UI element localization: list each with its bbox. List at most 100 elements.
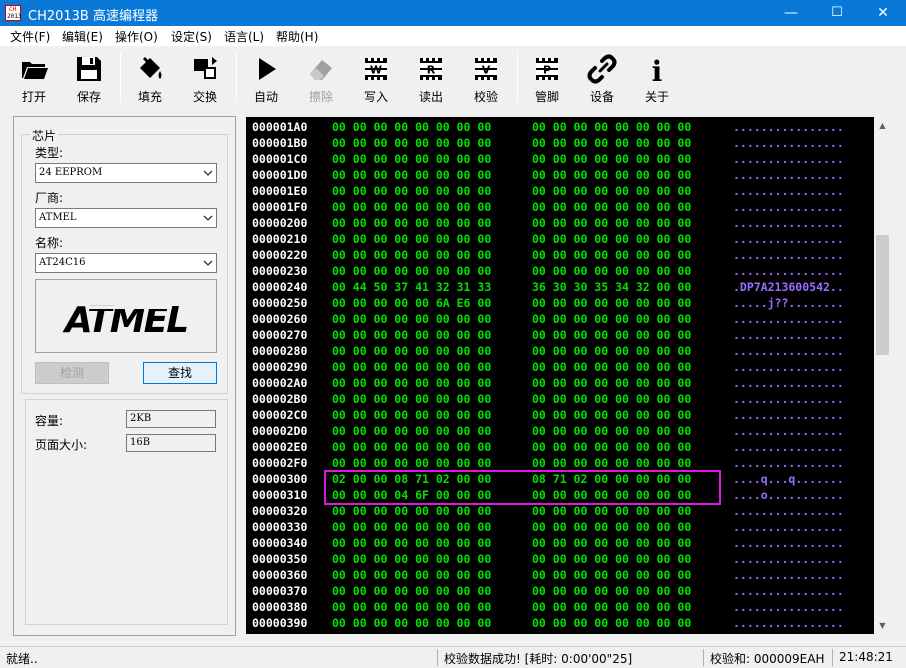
hex-ascii: ................ [733, 136, 844, 150]
hex-row[interactable]: 00000230 00 00 00 00 00 00 00 00 00 00 00 … [246, 263, 874, 279]
hex-row[interactable]: 00000330 00 00 00 00 00 00 00 00 00 00 00 … [246, 519, 874, 535]
highlight-box [324, 470, 721, 505]
hex-row[interactable]: 000002E0 00 00 00 00 00 00 00 00 00 00 00 … [246, 439, 874, 455]
link-icon [587, 54, 617, 84]
device-label: 设备 [589, 90, 614, 104]
hex-address: 00000330 [252, 520, 308, 534]
scroll-down-icon[interactable]: ▼ [874, 617, 891, 634]
hex-row[interactable]: 00000200 00 00 00 00 00 00 00 00 00 00 00 … [246, 215, 874, 231]
hex-ascii: ................ [733, 616, 844, 630]
hex-bytes-high: 00 00 00 00 00 00 00 00 [532, 568, 692, 582]
verify-button[interactable]: V 校验 [464, 50, 508, 106]
hex-bytes-high: 00 00 00 00 00 00 00 00 [532, 616, 692, 630]
hex-ascii: ................ [733, 600, 844, 614]
write-button[interactable]: W 写入 [354, 50, 398, 106]
hex-address: 00000370 [252, 584, 308, 598]
menu-language[interactable]: 语言(L) [224, 28, 264, 45]
device-button[interactable]: 设备 [580, 50, 624, 106]
hex-row[interactable]: 000001C0 00 00 00 00 00 00 00 00 00 00 00 … [246, 151, 874, 167]
save-button[interactable]: 保存 [67, 50, 111, 106]
hex-row[interactable]: 000002A0 00 00 00 00 00 00 00 00 00 00 00 … [246, 375, 874, 391]
hex-row[interactable]: 00000290 00 00 00 00 00 00 00 00 00 00 00 … [246, 359, 874, 375]
hex-row[interactable]: 00000220 00 00 00 00 00 00 00 00 00 00 00 … [246, 247, 874, 263]
hex-row[interactable]: 00000250 00 00 00 00 00 6A E6 00 00 00 00 … [246, 295, 874, 311]
hex-row[interactable]: 00000340 00 00 00 00 00 00 00 00 00 00 00 … [246, 535, 874, 551]
chip-pins-icon: P [536, 58, 558, 80]
scroll-up-icon[interactable]: ▲ [874, 117, 891, 134]
hex-address: 00000300 [252, 472, 308, 486]
hex-bytes-low: 00 00 00 00 00 00 00 00 [332, 504, 492, 518]
hex-row[interactable]: 00000370 00 00 00 00 00 00 00 00 00 00 00 … [246, 583, 874, 599]
hex-row[interactable]: 00000240 00 44 50 37 41 32 31 33 36 30 30 … [246, 279, 874, 295]
hex-row[interactable]: 00000270 00 00 00 00 00 00 00 00 00 00 00 … [246, 327, 874, 343]
hex-bytes-high: 00 00 00 00 00 00 00 00 [532, 584, 692, 598]
vendor-logo: ATMEL [35, 279, 217, 353]
hex-row[interactable]: 00000380 00 00 00 00 00 00 00 00 00 00 00 … [246, 599, 874, 615]
hex-row[interactable]: 000001E0 00 00 00 00 00 00 00 00 00 00 00 … [246, 183, 874, 199]
menu-help[interactable]: 帮助(H) [276, 28, 318, 45]
menu-settings[interactable]: 设定(S) [171, 28, 212, 45]
hex-row[interactable]: 00000260 00 00 00 00 00 00 00 00 00 00 00 … [246, 311, 874, 327]
hex-scrollbar[interactable]: ▲ ▼ [874, 117, 891, 634]
hex-row[interactable]: 000001D0 00 00 00 00 00 00 00 00 00 00 00 … [246, 167, 874, 183]
fill-button[interactable]: 填充 [128, 50, 172, 106]
hex-row[interactable]: 000002F0 00 00 00 00 00 00 00 00 00 00 00 … [246, 455, 874, 471]
hex-bytes-low: 00 00 00 00 00 00 00 00 [332, 616, 492, 630]
about-button[interactable]: i 关于 [635, 50, 679, 106]
menu-file[interactable]: 文件(F) [10, 28, 50, 45]
menu-operate[interactable]: 操作(O) [115, 28, 158, 45]
type-select[interactable]: 24 EEPROM [35, 163, 217, 183]
pins-button[interactable]: P 管脚 [525, 50, 569, 106]
hex-row[interactable]: 000001B0 00 00 00 00 00 00 00 00 00 00 00 … [246, 135, 874, 151]
hex-row[interactable]: 000001F0 00 00 00 00 00 00 00 00 00 00 00 … [246, 199, 874, 215]
hex-address: 000002E0 [252, 440, 308, 454]
find-button[interactable]: 查找 [143, 362, 217, 384]
close-button[interactable]: ✕ [860, 0, 906, 26]
hex-row[interactable]: 00000320 00 00 00 00 00 00 00 00 00 00 00 … [246, 503, 874, 519]
hex-address: 00000390 [252, 616, 308, 630]
hex-address: 00000320 [252, 504, 308, 518]
hex-row[interactable]: 000001A0 00 00 00 00 00 00 00 00 00 00 00 … [246, 119, 874, 135]
hex-editor[interactable]: 000001A0 00 00 00 00 00 00 00 00 00 00 00 … [246, 117, 874, 634]
swap-button[interactable]: 交换 [183, 50, 227, 106]
info-icon: i [652, 55, 663, 84]
hex-bytes-low: 00 00 00 00 00 00 00 00 [332, 344, 492, 358]
hex-row[interactable]: 00000350 00 00 00 00 00 00 00 00 00 00 00 … [246, 551, 874, 567]
hex-bytes-high: 00 00 00 00 00 00 00 00 [532, 456, 692, 470]
minimize-button[interactable]: — [768, 0, 814, 26]
vendor-select[interactable]: ATMEL [35, 208, 217, 228]
read-button[interactable]: R 读出 [409, 50, 453, 106]
hex-bytes-low: 00 00 00 00 00 6A E6 00 [332, 296, 492, 310]
hex-bytes-low: 00 00 00 00 00 00 00 00 [332, 120, 492, 134]
hex-row[interactable]: 00000280 00 00 00 00 00 00 00 00 00 00 00 … [246, 343, 874, 359]
hex-row[interactable]: 00000360 00 00 00 00 00 00 00 00 00 00 00 … [246, 567, 874, 583]
paint-bucket-icon [140, 56, 162, 79]
hex-ascii: ....q...q....... [733, 472, 844, 486]
auto-label: 自动 [253, 90, 278, 104]
hex-ascii: ................ [733, 376, 844, 390]
hex-row[interactable]: 000002C0 00 00 00 00 00 00 00 00 00 00 00 … [246, 407, 874, 423]
chip-pins-letter: P [543, 64, 551, 77]
hex-row[interactable]: 000002B0 00 00 00 00 00 00 00 00 00 00 00 … [246, 391, 874, 407]
hex-row[interactable]: 00000390 00 00 00 00 00 00 00 00 00 00 00 … [246, 615, 874, 631]
name-select[interactable]: AT24C16 [35, 253, 217, 273]
open-button[interactable]: 打开 [12, 50, 56, 106]
vendor-label: 厂商: [35, 191, 64, 205]
hex-ascii: ................ [733, 152, 844, 166]
hex-bytes-low: 00 00 00 00 00 00 00 00 [332, 152, 492, 166]
detect-button[interactable]: 检测 [35, 362, 109, 384]
erase-button[interactable]: 擦除 [299, 50, 343, 106]
hex-bytes-low: 00 00 00 00 00 00 00 00 [332, 520, 492, 534]
hex-row[interactable]: 00000210 00 00 00 00 00 00 00 00 00 00 00 … [246, 231, 874, 247]
hex-row[interactable]: 000002D0 00 00 00 00 00 00 00 00 00 00 00 … [246, 423, 874, 439]
hex-bytes-high: 00 00 00 00 00 00 00 00 [532, 424, 692, 438]
maximize-button[interactable]: ☐ [814, 0, 860, 26]
app-icon[interactable]: CH 2013 [5, 5, 21, 21]
menu-edit[interactable]: 编辑(E) [62, 28, 103, 45]
auto-button[interactable]: 自动 [244, 50, 288, 106]
scroll-thumb[interactable] [876, 235, 889, 355]
hex-bytes-low: 00 00 00 00 00 00 00 00 [332, 584, 492, 598]
eraser-icon [310, 60, 332, 80]
toolbar: 打开 保存 填充 交换 自动 擦除 W 写入 R 读出 V 校验 P 管脚 设备… [0, 46, 906, 110]
chip-read-letter: R [427, 64, 436, 77]
